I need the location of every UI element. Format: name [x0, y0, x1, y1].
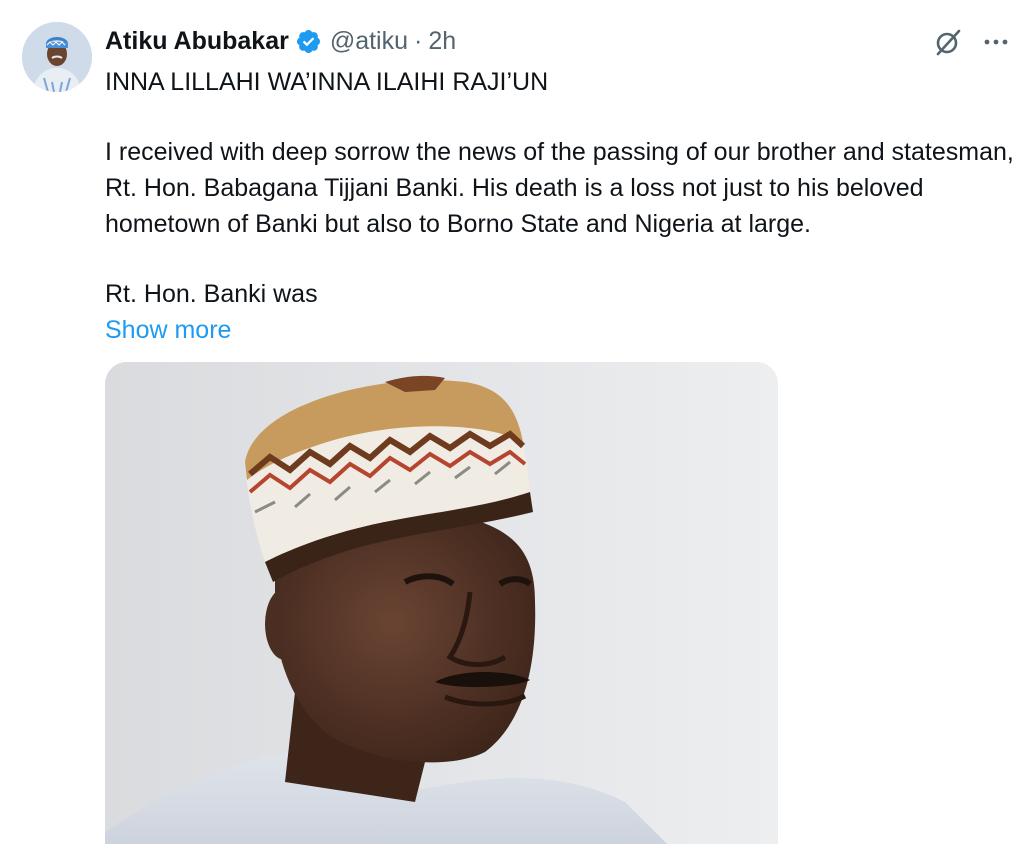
author-handle[interactable]: @atiku: [330, 27, 408, 56]
tweet-paragraph: I received with deep sorrow the news of …: [105, 138, 1014, 238]
tweet-paragraph: Rt. Hon. Banki was: [105, 280, 318, 308]
grok-icon[interactable]: [930, 24, 966, 60]
tweet-timestamp[interactable]: 2h: [428, 27, 456, 56]
tweet-photo[interactable]: [105, 362, 778, 844]
tweet-header: Atiku Abubakar @atiku · 2h: [105, 22, 456, 60]
verified-badge-icon[interactable]: [295, 28, 322, 55]
header-separator: ·: [414, 26, 423, 55]
author-avatar[interactable]: [22, 22, 92, 92]
show-more-link[interactable]: Show more: [105, 312, 231, 348]
tweet-paragraph: INNA LILLAHI WA’INNA ILAIHI RAJI’UN: [105, 68, 549, 96]
more-options-icon[interactable]: [978, 24, 1014, 60]
tweet[interactable]: Atiku Abubakar @atiku · 2h INNA LILLAHI …: [0, 0, 1024, 844]
author-name[interactable]: Atiku Abubakar: [105, 27, 289, 56]
tweet-text: INNA LILLAHI WA’INNA ILAIHI RAJI’UN I re…: [105, 64, 1015, 348]
